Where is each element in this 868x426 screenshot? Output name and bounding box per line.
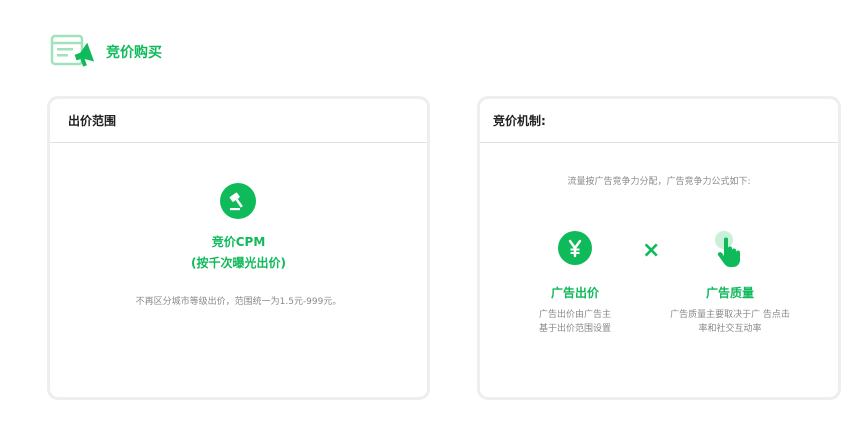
bidding-purchase-page: 竞价购买 出价范围 竞价CPM (按千次曝光出价) 不再区分城市等级出价，范围统… bbox=[0, 0, 868, 426]
auction-hammer-icon bbox=[220, 183, 256, 219]
browser-megaphone-icon bbox=[50, 34, 95, 72]
factor-desc-quality-line1: 广告质量主要取决于广 告点击 bbox=[670, 310, 790, 320]
card-title: 出价范围 bbox=[50, 99, 427, 143]
card-title: 竞价机制: bbox=[480, 99, 838, 143]
factor-desc-bid-line2: 基于出价范围设置 bbox=[538, 324, 611, 334]
factor-title-bid: 广告出价 bbox=[550, 286, 599, 300]
cpm-subheadline: (按千次曝光出价) bbox=[191, 256, 286, 270]
factor-desc-quality-line2: 率和社交互动率 bbox=[698, 324, 762, 334]
factor-title-quality: 广告质量 bbox=[705, 286, 754, 300]
pointer-click-icon bbox=[711, 229, 751, 269]
formula-intro: 流量按广告竞争力分配，广告竞争力公式如下: bbox=[567, 177, 751, 187]
bidding-mechanism-card: 竞价机制: 流量按广告竞争力分配，广告竞争力公式如下: 广告出价 广告出价由广告… bbox=[477, 96, 841, 400]
yen-icon bbox=[558, 231, 592, 265]
factor-desc-bid-line1: 广告出价由广告主 bbox=[538, 310, 611, 320]
bid-range-card: 出价范围 竞价CPM (按千次曝光出价) 不再区分城市等级出价，范围统一为1.5… bbox=[47, 96, 430, 400]
multiply-operator: × bbox=[642, 238, 661, 263]
cpm-headline: 竞价CPM bbox=[211, 235, 266, 249]
bid-range-description: 不再区分城市等级出价，范围统一为1.5元-999元。 bbox=[135, 297, 342, 307]
page-title: 竞价购买 bbox=[106, 45, 162, 61]
